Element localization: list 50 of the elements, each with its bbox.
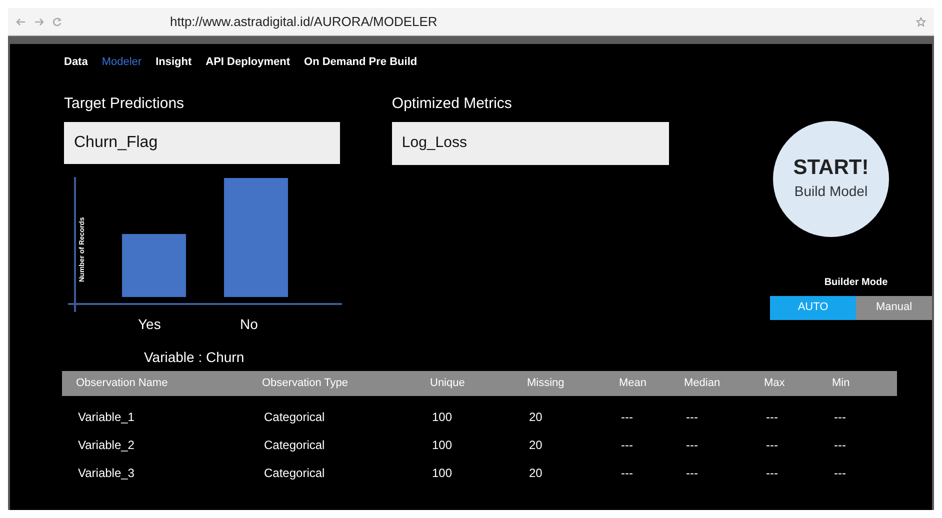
section-title: Optimized Metrics bbox=[392, 94, 513, 114]
table-cell-text: --- bbox=[685, 409, 699, 426]
table-cell-text: 20 bbox=[528, 409, 544, 426]
table-cell-text: --- bbox=[620, 437, 634, 454]
table-cell-text: Categorical bbox=[263, 437, 326, 454]
table-cell-text: Variable_3 bbox=[77, 465, 136, 482]
nav-tab[interactable]: Insight bbox=[156, 54, 192, 70]
column-header: Mean bbox=[618, 376, 648, 392]
table-cell-text: 20 bbox=[528, 465, 544, 482]
table-cell-text: 100 bbox=[431, 409, 454, 426]
table-cell-text: 20 bbox=[528, 437, 544, 454]
table-cell-text: --- bbox=[765, 409, 779, 426]
table-cell-text: 100 bbox=[431, 465, 454, 482]
column-header: Observation Type bbox=[261, 376, 350, 392]
table-cell-text: Categorical bbox=[263, 409, 326, 426]
table-cell-text: Categorical bbox=[263, 465, 326, 482]
column-header: Missing bbox=[526, 376, 566, 392]
table-cell-text: Variable_1 bbox=[77, 409, 136, 426]
table-cell-text: --- bbox=[833, 437, 847, 454]
column-header: Min bbox=[831, 376, 851, 392]
nav-tab[interactable]: API Deployment bbox=[206, 54, 290, 70]
table-cell-text: Variable_2 bbox=[77, 437, 136, 454]
column-header: Unique bbox=[429, 376, 466, 392]
builder-mode-label: Builder Mode bbox=[824, 276, 888, 290]
table-cell-text: --- bbox=[685, 437, 699, 454]
start-button[interactable]: START! Build Model bbox=[773, 120, 889, 236]
table-cell-text: --- bbox=[833, 409, 847, 426]
column-header: Max bbox=[763, 376, 786, 392]
target-field[interactable]: Churn_Flag bbox=[64, 122, 340, 164]
section-title: Target Predictions bbox=[64, 94, 186, 114]
chart-caption: Variable : Churn bbox=[144, 348, 246, 367]
nav-tab[interactable]: On Demand Pre Build bbox=[304, 54, 418, 70]
metric-field[interactable]: Log_Loss bbox=[392, 122, 669, 165]
column-header: Median bbox=[683, 376, 722, 392]
nav-tab[interactable]: Modeler bbox=[102, 54, 142, 70]
table-cell-text: --- bbox=[765, 465, 779, 482]
star-icon[interactable] bbox=[916, 16, 926, 26]
category-label: No bbox=[240, 315, 259, 334]
reload-icon[interactable] bbox=[52, 16, 62, 26]
table-cell-text: 100 bbox=[431, 437, 454, 454]
category-label: Yes bbox=[138, 315, 162, 334]
table-cell-text: --- bbox=[685, 465, 699, 482]
table-cell-text: --- bbox=[620, 409, 634, 426]
table-cell-text: --- bbox=[833, 465, 847, 482]
table-cell-text: --- bbox=[765, 437, 779, 454]
column-header: Observation Name bbox=[75, 376, 169, 392]
forward-icon[interactable] bbox=[34, 16, 44, 26]
table-cell-text: --- bbox=[620, 465, 634, 482]
back-icon[interactable] bbox=[16, 16, 26, 26]
nav-tab[interactable]: Data bbox=[64, 54, 88, 70]
